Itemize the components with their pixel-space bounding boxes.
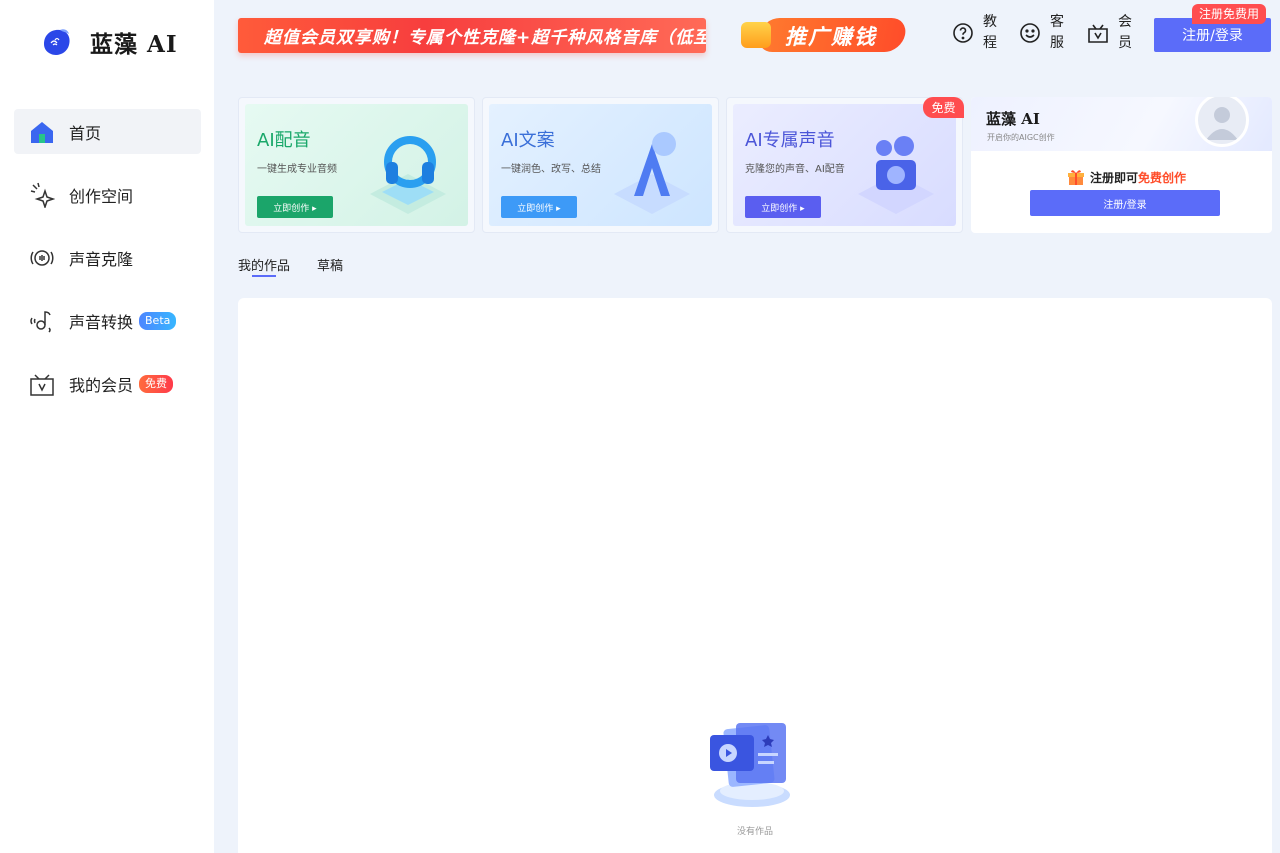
header-link-tutorial[interactable]: 教程 bbox=[952, 12, 997, 54]
empty-state-illustration bbox=[710, 723, 790, 807]
sidebar-item-label: 声音转换 bbox=[69, 312, 134, 332]
promo-banner[interactable]: 超值会员双享购！专属个性克隆+超千种风格音库（低至 bbox=[238, 18, 706, 53]
tab-drafts[interactable]: 草稿 bbox=[317, 255, 343, 274]
tab-my-works[interactable]: 我的作品 bbox=[238, 255, 290, 274]
create-now-button[interactable]: 立即创作 ▸ bbox=[501, 196, 577, 218]
smile-icon bbox=[1020, 23, 1040, 43]
sidebar: 蓝藻 AI 首页 创作空间 声音克隆 声音转换 Beta 我的会员 免费 bbox=[0, 0, 214, 853]
sidebar-item-label: 首页 bbox=[69, 123, 102, 143]
vip-box-icon bbox=[1088, 24, 1108, 43]
header-link-label: 会员 bbox=[1118, 14, 1132, 51]
register-promo-prefix: 注册即可 bbox=[1090, 170, 1139, 185]
free-badge: 免费 bbox=[139, 374, 174, 393]
help-icon bbox=[953, 23, 973, 43]
feature-card-ai-dubbing[interactable]: AI配音 一键生成专业音频 立即创作 ▸ bbox=[238, 97, 475, 233]
create-now-button[interactable]: 立即创作 ▸ bbox=[745, 196, 821, 218]
card-subtitle: 克隆您的声音、AI配音 bbox=[745, 164, 845, 175]
gift-icon bbox=[1066, 167, 1086, 187]
profile-login-button[interactable]: 注册/登录 bbox=[1030, 190, 1220, 216]
sidebar-item-home[interactable]: 首页 bbox=[14, 109, 201, 154]
promo-banner-text: 超值会员双享购！专属个性克隆+超千种风格音库（低至 bbox=[264, 28, 706, 48]
voice-wave-icon bbox=[28, 244, 56, 272]
home-icon bbox=[28, 118, 56, 146]
sparkle-icon bbox=[28, 181, 56, 209]
camera-icon bbox=[858, 136, 934, 214]
card-title: AI文案 bbox=[501, 130, 555, 151]
sidebar-item-membership[interactable]: 我的会员 免费 bbox=[14, 361, 201, 406]
headphones-icon bbox=[370, 136, 446, 214]
card-background: AI文案 一键润色、改写、总结 立即创作 ▸ bbox=[489, 104, 712, 226]
vip-box-icon bbox=[28, 370, 56, 398]
header-link-label: 教程 bbox=[983, 14, 997, 51]
voice-convert-icon bbox=[28, 307, 56, 335]
header-link-support[interactable]: 客服 bbox=[1019, 12, 1064, 54]
promo-earn-text: 推广赚钱 bbox=[785, 25, 877, 49]
brand-logo[interactable]: 蓝藻 AI bbox=[38, 24, 178, 60]
brand-name: 蓝藻 AI bbox=[90, 31, 178, 58]
register-promo-highlight: 免费创作 bbox=[1138, 170, 1187, 185]
gift-box-icon bbox=[741, 22, 771, 48]
profile-name: 蓝藻 AI bbox=[986, 110, 1040, 128]
sidebar-nav: 首页 创作空间 声音克隆 声音转换 Beta 我的会员 免费 bbox=[14, 109, 201, 424]
card-subtitle: 一键生成专业音频 bbox=[257, 164, 337, 175]
profile-description: 开启你的AIGC创作 bbox=[987, 133, 1055, 142]
card-background: AI专属声音 克隆您的声音、AI配音 立即创作 ▸ bbox=[733, 104, 956, 226]
beta-badge: Beta bbox=[139, 311, 177, 330]
register-promo: 注册即可 免费创作 bbox=[1066, 167, 1186, 187]
feature-card-ai-copywriting[interactable]: AI文案 一键润色、改写、总结 立即创作 ▸ bbox=[482, 97, 719, 233]
header-link-label: 客服 bbox=[1050, 14, 1064, 51]
logo-icon bbox=[38, 24, 74, 60]
empty-state-text: 没有作品 bbox=[736, 827, 773, 837]
promo-earn-banner[interactable]: 推广赚钱 bbox=[735, 12, 909, 58]
sidebar-item-voice-clone[interactable]: 声音克隆 bbox=[14, 235, 201, 280]
letter-a-icon bbox=[614, 132, 690, 214]
sidebar-item-voice-convert[interactable]: 声音转换 Beta bbox=[14, 298, 201, 343]
sidebar-item-label: 声音克隆 bbox=[69, 249, 134, 269]
header-link-membership[interactable]: 会员 bbox=[1087, 12, 1132, 54]
free-tag: 免费 bbox=[923, 97, 964, 118]
feature-card-ai-voice[interactable]: AI专属声音 克隆您的声音、AI配音 立即创作 ▸ bbox=[726, 97, 963, 233]
card-title: AI专属声音 bbox=[745, 130, 835, 151]
active-tab-indicator bbox=[252, 275, 276, 277]
create-now-button[interactable]: 立即创作 ▸ bbox=[257, 196, 333, 218]
card-subtitle: 一键润色、改写、总结 bbox=[501, 164, 601, 175]
card-title: AI配音 bbox=[257, 130, 311, 151]
sidebar-item-label: 我的会员 bbox=[69, 375, 134, 395]
sidebar-item-label: 创作空间 bbox=[69, 186, 134, 206]
works-panel: 没有作品 bbox=[238, 298, 1272, 853]
user-icon bbox=[1206, 107, 1238, 140]
login-tip-badge: 注册免费用 bbox=[1192, 4, 1267, 24]
sidebar-item-creation-space[interactable]: 创作空间 bbox=[14, 172, 201, 217]
profile-card: 蓝藻 AI 开启你的AIGC创作 注册即可 免费创作 注册/登录 bbox=[971, 97, 1272, 233]
card-background: AI配音 一键生成专业音频 立即创作 ▸ bbox=[245, 104, 468, 226]
